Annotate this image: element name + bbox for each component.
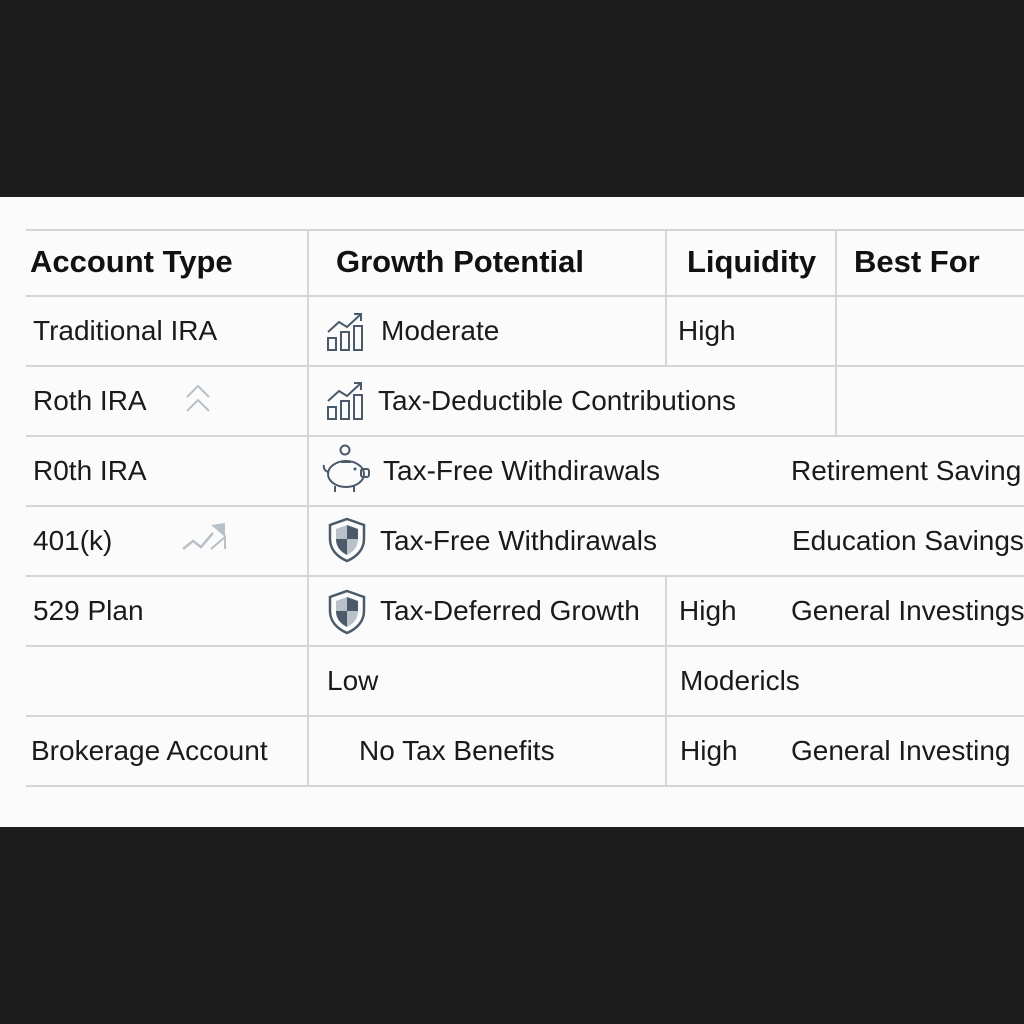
account-type-cell: 529 Plan [33,595,144,626]
shield-icon [328,517,366,563]
column-divider [307,229,309,785]
growth-potential-cell: Low [327,665,379,696]
row-divider [26,645,1024,647]
column-divider [665,575,667,785]
best-for-cell: Retirement Saving [791,455,1022,486]
table-bottom-border [26,785,1024,787]
liquidity-cell: High [680,735,738,766]
growth-potential-cell: Tax-Free Withdirawals [383,455,660,486]
liquidity-cell: High [678,315,736,346]
header-account-type: Account Type [30,244,233,279]
account-type-cell: Roth IRA [33,385,147,416]
best-for-cell: General Investings [791,595,1024,626]
liquidity-cell: Modericls [680,665,800,696]
trend-arrow-icon [182,523,226,550]
best-for-cell: Education Savings [792,525,1024,556]
header-growth-potential: Growth Potential [336,244,584,279]
growth-potential-cell: No Tax Benefits [359,735,555,766]
double-chevron-up-icon [186,384,210,412]
column-divider [835,229,837,435]
growth-potential-cell: Tax-Free Withdirawals [380,525,657,556]
liquidity-cell: High [679,595,737,626]
account-type-cell: 401(k) [33,525,113,556]
account-type-cell: R0th IRA [33,455,147,486]
column-divider [665,229,667,365]
piggy-bank-icon [322,444,370,492]
comparison-table: Account Type Growth Potential Liquidity … [0,197,1024,827]
shield-icon [328,589,366,635]
growth-potential-cell: Moderate [381,315,500,346]
growth-potential-cell: Tax-Deductible Contributions [378,385,736,416]
account-type-cell: Brokerage Account [31,735,268,766]
header-best-for: Best For [854,244,980,279]
header-liquidity: Liquidity [687,244,817,279]
growth-potential-cell: Tax-Deferred Growth [380,595,640,626]
bar-chart-up-icon [327,313,363,351]
best-for-cell: General Investing [791,735,1011,766]
bar-chart-up-icon [327,382,363,420]
account-type-cell: Traditional IRA [33,315,218,346]
